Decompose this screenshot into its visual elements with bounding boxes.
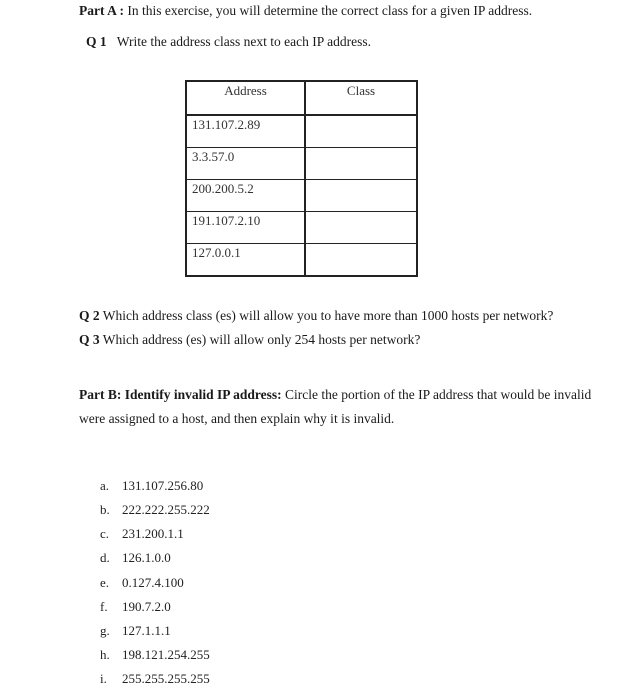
item-label: d. [100, 550, 110, 565]
address-cell: 191.107.2.10 [185, 211, 306, 244]
item-address: 255.255.255.255 [122, 671, 210, 686]
address-cell: 200.200.5.2 [185, 179, 306, 212]
part-b-heading: Part B: Identify invalid IP address: [79, 387, 282, 402]
address-cell: 3.3.57.0 [185, 147, 306, 180]
item-address: 126.1.0.0 [122, 550, 171, 565]
item-label: b. [100, 502, 110, 517]
column-header-class: Class [304, 80, 418, 116]
column-header-address: Address [185, 80, 306, 116]
item-address: 190.7.2.0 [122, 599, 171, 614]
table-row: 131.107.2.89 [185, 114, 418, 148]
item-address: 231.200.1.1 [122, 526, 184, 541]
list-item: f. 190.7.2.0 [100, 599, 171, 615]
question-2: Q 2 Which address class (es) will allow … [79, 308, 553, 324]
list-item: i. 255.255.255.255 [100, 671, 210, 687]
table-row: 3.3.57.0 [185, 147, 418, 180]
item-label: g. [100, 623, 110, 638]
table-row: 191.107.2.10 [185, 211, 418, 244]
question-3-text: Which address (es) will allow only 254 h… [99, 332, 421, 347]
class-cell[interactable] [304, 179, 418, 212]
item-address: 222.222.255.222 [122, 502, 210, 517]
question-1: Q 1 Write the address class next to each… [86, 34, 371, 50]
table-header-row: Address Class [185, 80, 418, 116]
question-1-text: Write the address class next to each IP … [116, 34, 372, 49]
part-a-intro: Part A : In this exercise, you will dete… [79, 3, 532, 19]
item-address: 131.107.256.80 [122, 478, 204, 493]
list-item: g. 127.1.1.1 [100, 623, 171, 639]
table-row: 127.0.0.1 [185, 243, 418, 277]
list-item: h. 198.121.254.255 [100, 647, 210, 663]
question-1-label: Q 1 [86, 34, 107, 49]
list-item: a. 131.107.256.80 [100, 478, 203, 494]
item-label: h. [100, 647, 110, 662]
class-cell[interactable] [304, 147, 418, 180]
list-item: d. 126.1.0.0 [100, 550, 171, 566]
item-address: 0.127.4.100 [122, 575, 184, 590]
item-address: 127.1.1.1 [122, 623, 171, 638]
class-cell[interactable] [304, 211, 418, 244]
part-b-text: Circle the portion of the IP address tha… [281, 387, 592, 402]
item-label: i. [100, 671, 107, 686]
item-label: e. [100, 575, 110, 590]
address-cell: 131.107.2.89 [185, 114, 306, 148]
class-cell[interactable] [304, 243, 418, 277]
class-cell[interactable] [304, 114, 418, 148]
part-b-intro-line-2: were assigned to a host, and then explai… [79, 411, 395, 426]
question-2-label: Q 2 [79, 308, 100, 323]
list-item: c. 231.200.1.1 [100, 526, 184, 542]
item-label: f. [100, 599, 108, 614]
item-address: 198.121.254.255 [122, 647, 210, 662]
part-a-text: In this exercise, you will determine the… [124, 3, 533, 18]
part-a-heading: Part A : [79, 3, 124, 18]
list-item: e. 0.127.4.100 [100, 575, 184, 591]
item-label: c. [100, 526, 110, 541]
ip-class-table: Address Class 131.107.2.89 3.3.57.0 200.… [185, 80, 418, 277]
question-3: Q 3 Which address (es) will allow only 2… [79, 332, 420, 348]
part-b-intro-line-1: Part B: Identify invalid IP address: Cir… [79, 387, 591, 403]
item-label: a. [100, 478, 110, 493]
table-row: 200.200.5.2 [185, 179, 418, 212]
list-item: b. 222.222.255.222 [100, 502, 210, 518]
question-2-text: Which address class (es) will allow you … [99, 308, 554, 323]
address-cell: 127.0.0.1 [185, 243, 306, 277]
question-3-label: Q 3 [79, 332, 100, 347]
